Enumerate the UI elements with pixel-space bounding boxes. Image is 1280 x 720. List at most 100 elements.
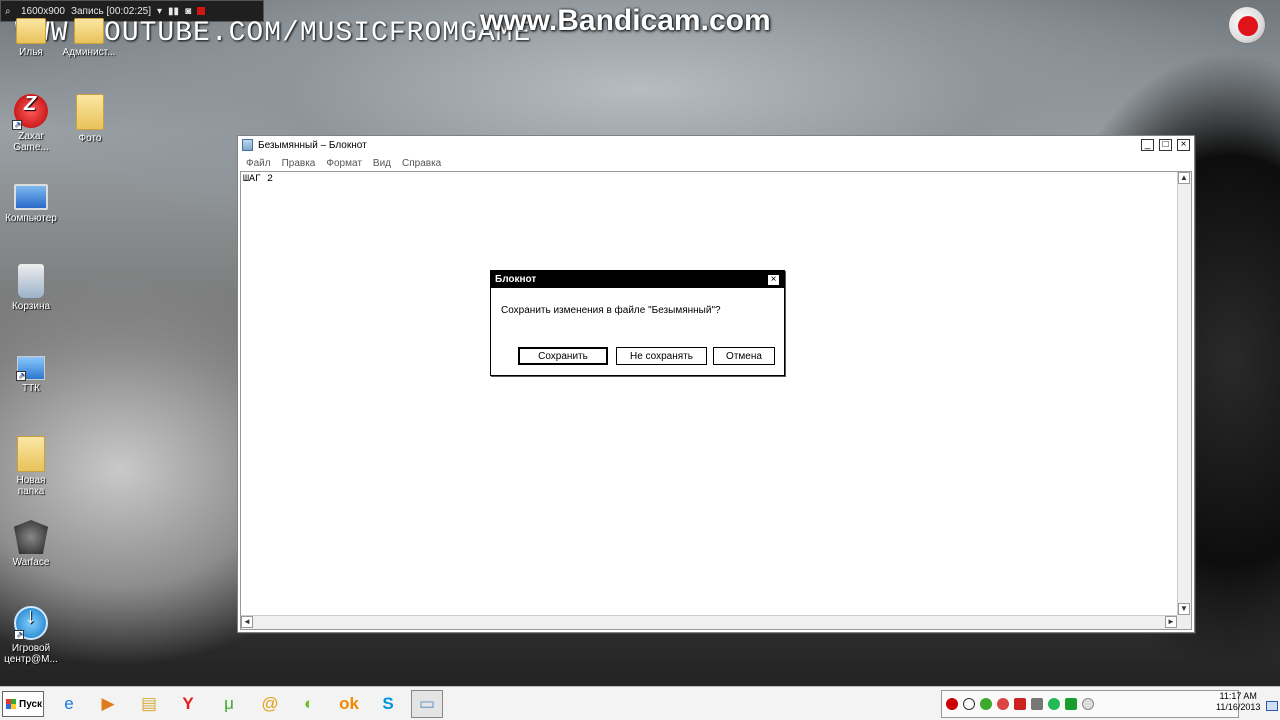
skype-icon[interactable]: S bbox=[372, 690, 404, 718]
folder-icon bbox=[16, 18, 46, 44]
odnoklassniki-icon[interactable]: ok bbox=[333, 690, 365, 718]
desktop-icon-label: Warface bbox=[12, 557, 50, 568]
scroll-right-icon[interactable]: ► bbox=[1165, 616, 1177, 628]
save-button[interactable]: Сохранить bbox=[518, 347, 608, 365]
shortcut-arrow-icon: ↗ bbox=[14, 630, 24, 640]
dialog-title-bar[interactable]: Блокнот × bbox=[491, 271, 784, 288]
clock-date: 11/16/2013 bbox=[1216, 702, 1261, 712]
window-title: Безымянный – Блокнот bbox=[258, 139, 367, 151]
folder-icon bbox=[74, 18, 104, 44]
desktop-icon-ttk[interactable]: ↗ ТТК bbox=[0, 350, 62, 394]
desktop-icon-new-folder[interactable]: Новая папка bbox=[0, 436, 62, 497]
menu-bar: Файл Правка Формат Вид Справка bbox=[238, 155, 1194, 171]
dialog-title: Блокнот bbox=[495, 274, 537, 285]
desktop-icon-label: Игровой центр@М... bbox=[4, 643, 58, 665]
bandicam-watermark: www.Bandicam.com bbox=[480, 4, 771, 37]
resize-grip[interactable] bbox=[1177, 615, 1191, 629]
desktop-icon-label: Компьютер bbox=[5, 213, 57, 224]
recycle-bin-icon bbox=[18, 264, 44, 298]
desktop-icon-label: Админист... bbox=[62, 47, 116, 58]
minimize-button[interactable]: _ bbox=[1141, 139, 1154, 151]
cancel-button[interactable]: Отмена bbox=[713, 347, 775, 365]
notepad-icon[interactable]: ▭ bbox=[411, 690, 443, 718]
dialog-message: Сохранить изменения в файле "Безымянный"… bbox=[501, 305, 721, 316]
volume-tray-icon[interactable] bbox=[1082, 698, 1094, 710]
utorrent-icon[interactable]: μ bbox=[213, 690, 245, 718]
menu-view[interactable]: Вид bbox=[373, 158, 391, 169]
scroll-up-icon[interactable]: ▲ bbox=[1178, 172, 1190, 184]
desktop-icon-zaxar[interactable]: ↗ Zaxar Game... bbox=[0, 94, 62, 153]
zaxar-tray-icon[interactable] bbox=[997, 698, 1009, 710]
desktop-icon-warface[interactable]: Warface bbox=[0, 520, 62, 568]
scroll-left-icon[interactable]: ◄ bbox=[241, 616, 253, 628]
record-tray-icon[interactable] bbox=[946, 698, 958, 710]
pause-icon[interactable]: ▮▮ bbox=[168, 6, 179, 17]
nvidia-tray-icon[interactable] bbox=[1065, 698, 1077, 710]
zoom-icon[interactable]: ⌕ bbox=[5, 6, 15, 17]
shortcut-arrow-icon: ↗ bbox=[12, 120, 22, 130]
horizontal-scrollbar[interactable]: ◄ ► bbox=[241, 615, 1177, 629]
menu-edit[interactable]: Правка bbox=[282, 158, 316, 169]
utorrent-tray-icon[interactable] bbox=[980, 698, 992, 710]
recorder-resolution: 1600x900 bbox=[21, 5, 65, 17]
network-icon: ↗ bbox=[16, 356, 45, 381]
text-editor-area[interactable]: ШАГ 2 ▲ ▼ ◄ ► bbox=[240, 171, 1192, 630]
desktop-icon-game-center[interactable]: ↗ Игровой центр@М... bbox=[0, 606, 62, 665]
monitor-tray-icon[interactable] bbox=[1031, 698, 1043, 710]
yandex-icon[interactable]: Y bbox=[172, 690, 204, 718]
desktop-icon-label: ТТК bbox=[21, 383, 41, 394]
desktop-icon-admin[interactable]: Админист... bbox=[58, 18, 120, 58]
clock[interactable]: 11:17 AM 11/16/2013 bbox=[1216, 691, 1260, 713]
menu-format[interactable]: Формат bbox=[326, 158, 362, 169]
desktop-icon-photo[interactable]: Фото bbox=[59, 94, 121, 144]
internet-explorer-icon[interactable]: e bbox=[53, 690, 85, 718]
start-button[interactable]: Пуск bbox=[2, 691, 44, 717]
computer-icon bbox=[14, 184, 48, 210]
desktop-icon-computer[interactable]: Компьютер bbox=[0, 180, 62, 224]
desktop-icon-ilya[interactable]: Илья bbox=[0, 18, 62, 58]
taskbar: Пуск e ▶ ▤ Y μ @ ◐ ok S ▭ 11:17 AM 11/16… bbox=[0, 686, 1280, 720]
show-desktop-button[interactable] bbox=[1266, 701, 1278, 711]
vertical-scrollbar[interactable]: ▲ ▼ bbox=[1177, 172, 1191, 615]
close-button[interactable]: × bbox=[1177, 139, 1190, 151]
camera-icon[interactable]: ◙ bbox=[185, 6, 191, 17]
acrobat-tray-icon[interactable] bbox=[1014, 698, 1026, 710]
menu-file[interactable]: Файл bbox=[246, 158, 271, 169]
folder-icon bbox=[76, 94, 104, 130]
scroll-down-icon[interactable]: ▼ bbox=[1178, 603, 1190, 615]
start-label: Пуск bbox=[19, 698, 43, 710]
recorder-status: Запись [00:02:25] bbox=[70, 5, 152, 17]
mail-agent-icon[interactable]: @ bbox=[254, 690, 286, 718]
folder-icon bbox=[17, 436, 45, 472]
dont-save-button[interactable]: Не сохранять bbox=[616, 347, 707, 365]
maximize-button[interactable]: □ bbox=[1159, 139, 1172, 151]
picasa-icon[interactable]: ◐ bbox=[293, 690, 325, 718]
desktop-icon-recycle-bin[interactable]: Корзина bbox=[0, 264, 62, 312]
stop-icon[interactable] bbox=[197, 7, 206, 15]
dropdown-icon[interactable]: ▾ bbox=[157, 6, 162, 17]
chat-tray-icon[interactable] bbox=[963, 698, 975, 710]
menu-help[interactable]: Справка bbox=[402, 158, 441, 169]
windows-logo-icon bbox=[6, 699, 16, 709]
record-button-icon[interactable] bbox=[1228, 6, 1266, 44]
desktop-icon-label: Zaxar Game... bbox=[13, 131, 49, 153]
desktop-icon-label: Корзина bbox=[11, 301, 51, 312]
notepad-window: Безымянный – Блокнот _ □ × Файл Правка Ф… bbox=[237, 135, 1195, 633]
desktop-icon-label: Илья bbox=[19, 47, 43, 58]
desktop-icon-label: Фото bbox=[78, 133, 102, 144]
desktop-icon-label: Новая папка bbox=[16, 475, 46, 497]
clock-time: 11:17 AM bbox=[1219, 691, 1257, 701]
notepad-icon bbox=[242, 139, 253, 151]
media-player-icon[interactable]: ▶ bbox=[92, 690, 124, 718]
game-center-icon: ↗ bbox=[14, 606, 48, 640]
system-tray bbox=[941, 690, 1239, 718]
zaxar-icon: ↗ bbox=[12, 94, 48, 130]
notepad-title-bar[interactable]: Безымянный – Блокнот _ □ × bbox=[238, 136, 1194, 155]
dialog-close-button[interactable]: × bbox=[767, 273, 780, 286]
editor-content: ШАГ 2 bbox=[243, 174, 274, 185]
explorer-icon[interactable]: ▤ bbox=[133, 690, 165, 718]
warface-icon bbox=[14, 520, 48, 554]
save-changes-dialog: Блокнот × Сохранить изменения в файле "Б… bbox=[490, 270, 785, 376]
shortcut-arrow-icon: ↗ bbox=[16, 371, 26, 381]
network-tray-icon[interactable] bbox=[1048, 698, 1060, 710]
